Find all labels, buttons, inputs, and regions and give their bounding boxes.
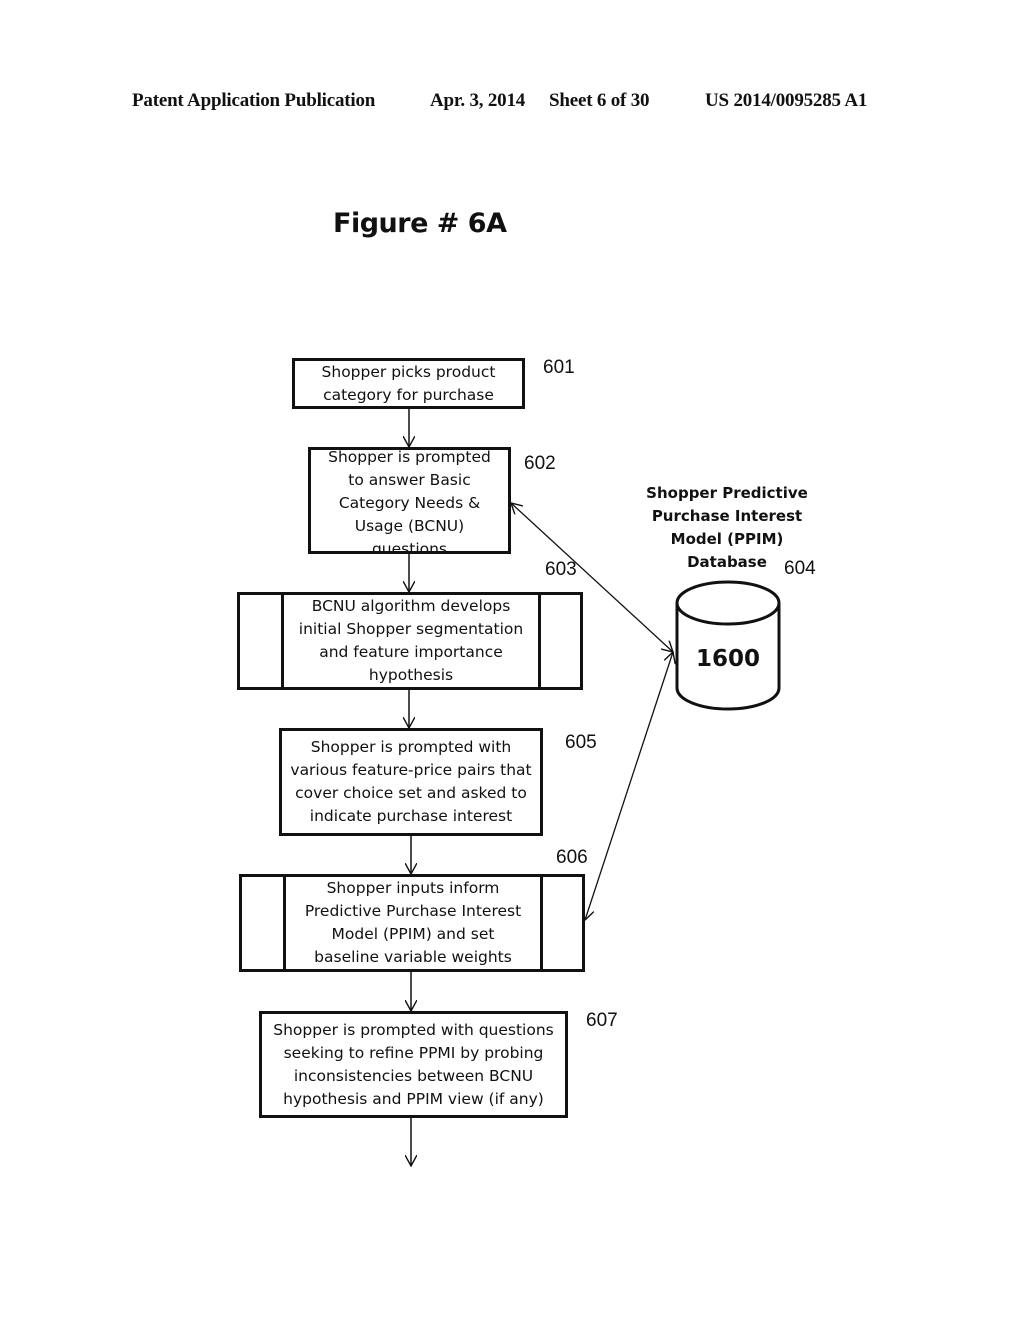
step-603-text: BCNU algorithm develops initial Shopper … (298, 597, 524, 684)
step-606-right-bar (540, 877, 543, 969)
step-606-text: Shopper inputs inform Predictive Purchas… (304, 879, 522, 966)
step-606-box: Shopper inputs inform Predictive Purchas… (239, 874, 585, 972)
step-601-text: Shopper picks product category for purch… (321, 362, 496, 404)
step-605-box: Shopper is prompted with various feature… (279, 728, 543, 836)
ref-601: 601 (543, 357, 575, 378)
ref-606: 606 (556, 847, 588, 868)
bidirectional-arrow-606-604 (585, 652, 673, 920)
ref-607: 607 (586, 1010, 618, 1031)
ref-602: 602 (524, 453, 556, 474)
step-603-right-bar (538, 595, 541, 687)
step-602-box: Shopper is prompted to answer Basic Cate… (308, 447, 511, 554)
step-607-text: Shopper is prompted with questions seeki… (273, 1020, 554, 1108)
ref-604: 604 (784, 558, 816, 579)
step-601-box: Shopper picks product category for purch… (292, 358, 525, 409)
step-603-box: BCNU algorithm develops initial Shopper … (237, 592, 583, 690)
step-605-text: Shopper is prompted with various feature… (290, 738, 532, 825)
ref-605: 605 (565, 732, 597, 753)
step-602-text: Shopper is prompted to answer Basic Cate… (328, 448, 491, 554)
database-value: 1600 (695, 646, 760, 672)
step-607-box: Shopper is prompted with questions seeki… (259, 1011, 568, 1118)
ref-603: 603 (545, 559, 577, 580)
